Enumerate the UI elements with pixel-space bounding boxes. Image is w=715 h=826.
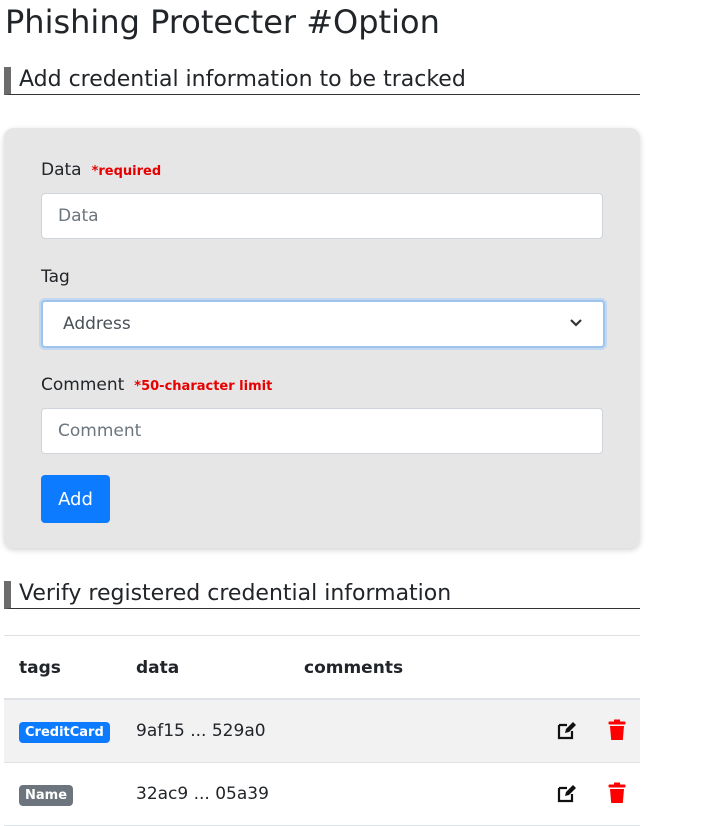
- add-section-heading: Add credential information to be tracked: [4, 67, 640, 95]
- table-row: Name 32ac9 ... 05a39: [4, 763, 640, 826]
- row-data-value: 9af15 ... 529a0: [136, 721, 266, 741]
- row-data-value: 32ac9 ... 05a39: [136, 784, 269, 804]
- tag-badge-creditcard: CreditCard: [19, 722, 110, 743]
- tag-field-label: Tag: [41, 266, 70, 288]
- data-required-note: *required: [91, 164, 162, 179]
- tag-select-value: Address: [63, 314, 131, 334]
- comment-limit-note: *50-character limit: [134, 379, 273, 394]
- verify-section-title: Verify registered credential information: [19, 581, 452, 606]
- data-input[interactable]: [41, 193, 603, 239]
- add-credential-form: Data *required Tag Address Comment *50-cha…: [4, 128, 640, 548]
- comment-field-label: Comment *50-character limit: [41, 374, 272, 398]
- edit-icon[interactable]: [555, 781, 579, 805]
- add-button[interactable]: Add: [41, 475, 110, 523]
- column-header-data: data: [136, 658, 180, 678]
- trash-icon[interactable]: [605, 718, 629, 742]
- tag-label-text: Tag: [41, 267, 70, 287]
- page-title: Phishing Protecter #Option: [5, 3, 440, 41]
- table-header: tags data comments: [4, 636, 640, 700]
- tag-badge-name: Name: [19, 785, 74, 806]
- data-label-text: Data: [41, 160, 82, 180]
- trash-icon[interactable]: [605, 781, 629, 805]
- comment-label-text: Comment: [41, 375, 125, 395]
- edit-icon[interactable]: [555, 718, 579, 742]
- verify-section-heading: Verify registered credential information: [4, 581, 640, 609]
- tag-select[interactable]: Address: [41, 300, 605, 348]
- column-header-tags: tags: [19, 658, 61, 678]
- credentials-table: tags data comments CreditCard 9af15 ... …: [4, 635, 640, 826]
- add-section-title: Add credential information to be tracked: [19, 67, 466, 92]
- chevron-down-icon: [569, 316, 583, 332]
- table-row: CreditCard 9af15 ... 529a0: [4, 700, 640, 763]
- data-field-label: Data *required: [41, 159, 161, 183]
- column-header-comments: comments: [304, 658, 404, 678]
- comment-input[interactable]: [41, 408, 603, 454]
